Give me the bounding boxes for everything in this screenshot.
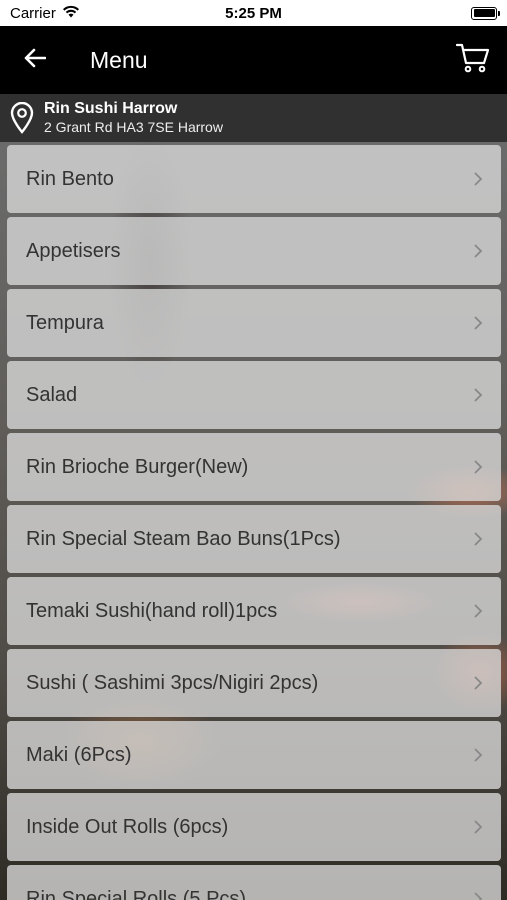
menu-item-tempura[interactable]: Tempura (7, 289, 501, 357)
menu-item-appetisers[interactable]: Appetisers (7, 217, 501, 285)
chevron-right-icon (473, 314, 485, 332)
back-button[interactable] (0, 26, 70, 94)
chevron-right-icon (473, 674, 485, 692)
chevron-right-icon (473, 602, 485, 620)
wifi-icon (62, 5, 80, 22)
location-text: Rin Sushi Harrow 2 Grant Rd HA3 7SE Harr… (44, 100, 223, 136)
page-title: Menu (90, 46, 148, 73)
chevron-right-icon (473, 530, 485, 548)
map-pin-icon (0, 102, 44, 134)
menu-item-rin-bento[interactable]: Rin Bento (7, 145, 501, 213)
arrow-left-icon (24, 48, 47, 73)
restaurant-name: Rin Sushi Harrow (44, 100, 178, 117)
menu-item-label: Rin Brioche Burger(New) (26, 455, 249, 478)
menu-item-special-rolls[interactable]: Rin Special Rolls (5 Pcs) (7, 865, 501, 900)
battery-icon (471, 6, 500, 20)
menu-item-salad[interactable]: Salad (7, 361, 501, 429)
menu-item-temaki-sushi[interactable]: Temaki Sushi(hand roll)1pcs (7, 577, 501, 645)
chevron-right-icon (473, 386, 485, 404)
cart-icon (455, 43, 490, 78)
chevron-right-icon (473, 458, 485, 476)
menu-item-label: Sushi ( Sashimi 3pcs/Nigiri 2pcs) (26, 671, 319, 694)
chevron-right-icon (473, 170, 485, 188)
menu-item-label: Rin Bento (26, 167, 114, 190)
chevron-right-icon (473, 746, 485, 764)
menu-item-label: Tempura (26, 311, 104, 334)
menu-list: Rin Bento Appetisers Tempura Salad Rin B… (7, 145, 501, 900)
menu-item-inside-out-rolls[interactable]: Inside Out Rolls (6pcs) (7, 793, 501, 861)
menu-item-sushi-sashimi[interactable]: Sushi ( Sashimi 3pcs/Nigiri 2pcs) (7, 649, 501, 717)
chevron-right-icon (473, 890, 485, 900)
carrier-label: Carrier (10, 4, 56, 22)
status-bar: Carrier 5:25 PM (0, 0, 507, 26)
menu-item-label: Rin Special Steam Bao Buns(1Pcs) (26, 527, 341, 550)
menu-item-label: Rin Special Rolls (5 Pcs) (26, 887, 247, 900)
chevron-right-icon (473, 818, 485, 836)
chevron-right-icon (473, 242, 485, 260)
menu-item-maki[interactable]: Maki (6Pcs) (7, 721, 501, 789)
cart-button[interactable] (453, 40, 493, 80)
menu-item-label: Salad (26, 383, 78, 406)
menu-item-bao-buns[interactable]: Rin Special Steam Bao Buns(1Pcs) (7, 505, 501, 573)
menu-item-brioche-burger[interactable]: Rin Brioche Burger(New) (7, 433, 501, 501)
menu-item-label: Temaki Sushi(hand roll)1pcs (26, 599, 278, 622)
menu-item-label: Appetisers (26, 239, 121, 262)
nav-bar: Menu (0, 26, 507, 94)
status-left: Carrier (10, 5, 80, 22)
location-bar[interactable]: Rin Sushi Harrow 2 Grant Rd HA3 7SE Harr… (0, 94, 507, 142)
menu-item-label: Inside Out Rolls (6pcs) (26, 815, 229, 838)
menu-item-label: Maki (6Pcs) (26, 743, 132, 766)
restaurant-address: 2 Grant Rd HA3 7SE Harrow (44, 119, 223, 135)
